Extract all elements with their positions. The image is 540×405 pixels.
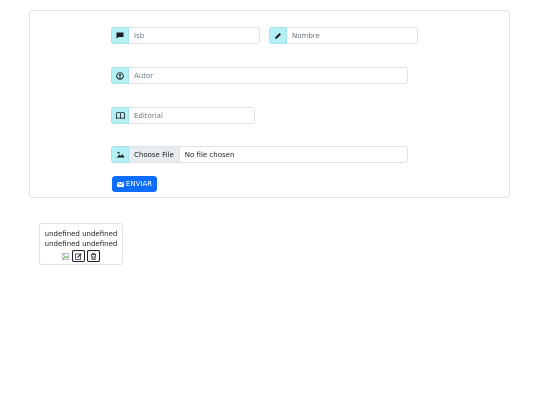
autor-input-group (111, 67, 408, 84)
isb-input[interactable] (129, 27, 260, 44)
broken-image-icon (62, 252, 69, 260)
editorial-input[interactable] (129, 107, 255, 124)
editorial-input-group (111, 107, 255, 124)
trash-icon (90, 252, 97, 260)
autor-input[interactable] (129, 67, 408, 84)
book-card-line-1: undefined undefined (44, 230, 118, 238)
image-icon (111, 146, 129, 163)
file-input-group: Choose File No file chosen (111, 146, 408, 163)
file-input[interactable]: Choose File No file chosen (129, 146, 408, 163)
isb-input-group (111, 27, 260, 44)
submit-label: ENVIAR (125, 180, 153, 188)
file-status-text: No file chosen (184, 150, 235, 159)
book-card-line-2: undefined undefined (44, 240, 118, 248)
person-circle-icon (111, 67, 129, 84)
edit-button[interactable] (72, 250, 85, 262)
envelope-icon (116, 181, 124, 187)
edit-icon (75, 252, 82, 260)
delete-button[interactable] (87, 250, 100, 262)
book-card: undefined undefined undefined undefined (39, 223, 123, 265)
book-card-actions (40, 250, 122, 262)
submit-button[interactable]: ENVIAR (112, 176, 157, 192)
nombre-input-group (269, 27, 418, 44)
chat-icon (111, 27, 129, 44)
book-icon (111, 107, 129, 124)
nombre-input[interactable] (287, 27, 418, 44)
choose-file-button[interactable]: Choose File (129, 147, 180, 162)
pencil-icon (269, 27, 287, 44)
